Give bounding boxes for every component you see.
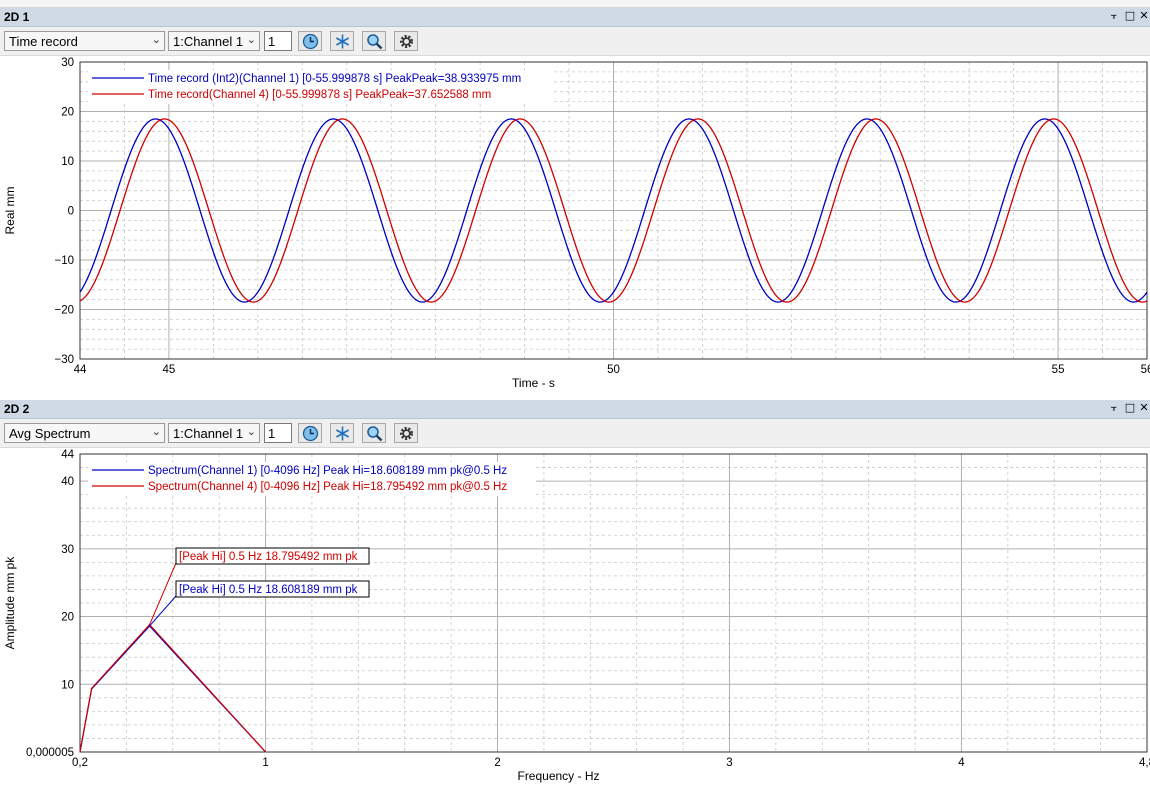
y-tick-label: 0,000005 — [26, 747, 74, 759]
panel-title: 2D 1 — [4, 10, 30, 24]
x-tick-label: 45 — [163, 364, 176, 376]
channel-value: 1:Channel 1 — [173, 34, 244, 49]
refresh-clock-icon — [302, 425, 319, 442]
x-tick-label: 56 — [1141, 364, 1150, 376]
legend-entry: Spectrum(Channel 1) [0-4096 Hz] Peak Hi=… — [148, 465, 507, 477]
settings-gear-icon — [400, 35, 413, 48]
legend-entry: Time record(Channel 4) [0-55.999878 s] P… — [148, 89, 491, 101]
panel-titlebar: 2D 1 ⫟ □ ✕ — [0, 8, 1150, 27]
maximize-icon[interactable]: □ — [1124, 402, 1136, 414]
y-axis-label: Amplitude mm pk — [3, 556, 17, 650]
y-tick-label: −30 — [54, 354, 74, 366]
number-input[interactable]: 1 — [264, 423, 292, 443]
refresh-button[interactable] — [298, 31, 322, 51]
pin-icon[interactable]: ⫟ — [1108, 10, 1120, 22]
top-strip — [0, 0, 1150, 8]
x-tick-label: 3 — [726, 757, 732, 769]
y-tick-label: −20 — [54, 305, 74, 317]
x-tick-label: 4,8 — [1139, 757, 1150, 769]
x-tick-label: 0,2 — [72, 757, 88, 769]
x-tick-label: 1 — [262, 757, 268, 769]
time-record-chart[interactable]: 30 20 10 0 −10 −20 −3044 45 50 55 56 Time - s Real m… — [0, 56, 1150, 391]
chevron-down-icon: ⌄ — [246, 425, 256, 438]
panel-titlebar: 2D 2 ⫟ □ ✕ — [0, 400, 1150, 419]
annotation-label: [Peak Hi] 0.5 Hz 18.608189 mm pk — [179, 584, 358, 596]
x-tick-label: 44 — [74, 364, 87, 376]
annotation-label: [Peak Hi] 0.5 Hz 18.795492 mm pk — [179, 551, 358, 563]
time-record-plot: 30 20 10 0 −10 −20 −3044 45 50 55 56 Time - s Real m… — [0, 56, 1150, 394]
x-tick-label: 55 — [1052, 364, 1065, 376]
close-icon[interactable]: ✕ — [1138, 402, 1150, 414]
y-tick-label: 20 — [61, 107, 74, 119]
y-tick-label: 40 — [61, 476, 74, 488]
y-tick-label: 0 — [68, 206, 74, 218]
y-tick-label: 30 — [61, 544, 74, 556]
y-tick-label: 30 — [61, 57, 74, 69]
number-input-value: 1 — [268, 426, 276, 441]
annotation-leader — [149, 595, 177, 627]
legend-entry: Time record (Int2)(Channel 1) [0-55.9998… — [148, 73, 521, 85]
number-input[interactable]: 1 — [264, 31, 292, 51]
settings-gear-icon — [400, 427, 413, 440]
channel-select[interactable]: 1:Channel 1 ⌄ — [168, 31, 260, 51]
annotation-leader — [149, 562, 177, 625]
refresh-clock-icon — [302, 33, 319, 50]
y-tick-label: 44 — [61, 449, 74, 461]
panel-2d-2: 2D 2 ⫟ □ ✕ Avg Spectrum ⌄ 1:Channel 1 ⌄ … — [0, 400, 1150, 784]
y-tick-label: 20 — [61, 612, 74, 624]
zoom-button[interactable] — [362, 31, 386, 51]
chevron-down-icon: ⌄ — [246, 33, 256, 46]
x-tick-label: 50 — [607, 364, 620, 376]
x-tick-label: 4 — [958, 757, 965, 769]
legend-entry: Spectrum(Channel 4) [0-4096 Hz] Peak Hi=… — [148, 481, 507, 493]
panel-toolbar: Time record ⌄ 1:Channel 1 ⌄ 1 — [0, 27, 1150, 56]
x-axis-label: Frequency - Hz — [517, 769, 599, 783]
refresh-button[interactable] — [298, 423, 322, 443]
zoom-magnifier-icon — [367, 34, 383, 50]
zoom-button[interactable] — [362, 423, 386, 443]
channel-select[interactable]: 1:Channel 1 ⌄ — [168, 423, 260, 443]
panel-2d-1: 2D 1 ⫟ □ ✕ Time record ⌄ 1:Channel 1 ⌄ 1… — [0, 8, 1150, 391]
panel-toolbar: Avg Spectrum ⌄ 1:Channel 1 ⌄ 1 — [0, 419, 1150, 448]
maximize-icon[interactable]: □ — [1124, 10, 1136, 22]
view-type-value: Avg Spectrum — [9, 426, 91, 441]
view-type-select[interactable]: Avg Spectrum ⌄ — [4, 423, 165, 443]
freeze-snowflake-icon — [336, 34, 349, 49]
x-axis-label: Time - s — [512, 376, 555, 390]
x-tick-label: 2 — [494, 757, 500, 769]
number-input-value: 1 — [268, 34, 276, 49]
freeze-button[interactable] — [330, 31, 354, 51]
view-type-select[interactable]: Time record ⌄ — [4, 31, 165, 51]
y-axis-label: Real mm — [3, 186, 17, 234]
freeze-button[interactable] — [330, 423, 354, 443]
settings-button[interactable] — [394, 423, 418, 443]
channel-value: 1:Channel 1 — [173, 426, 244, 441]
view-type-value: Time record — [9, 34, 78, 49]
pin-icon[interactable]: ⫟ — [1108, 402, 1120, 414]
chevron-down-icon: ⌄ — [151, 33, 161, 46]
y-tick-label: 10 — [61, 679, 74, 691]
settings-button[interactable] — [394, 31, 418, 51]
y-tick-label: 10 — [61, 156, 74, 168]
zoom-magnifier-icon — [367, 426, 383, 442]
spectrum-plot: 0,000005 10 20 30 40 44 0,2 1 2 3 4 4,8 Frequency - … — [0, 448, 1150, 787]
close-icon[interactable]: ✕ — [1138, 10, 1150, 22]
panel-title: 2D 2 — [4, 402, 30, 416]
spectrum-chart[interactable]: 0,000005 10 20 30 40 44 0,2 1 2 3 4 4,8 Frequency - … — [0, 448, 1150, 784]
y-tick-label: −10 — [54, 255, 74, 267]
chevron-down-icon: ⌄ — [151, 425, 161, 438]
freeze-snowflake-icon — [336, 426, 349, 441]
